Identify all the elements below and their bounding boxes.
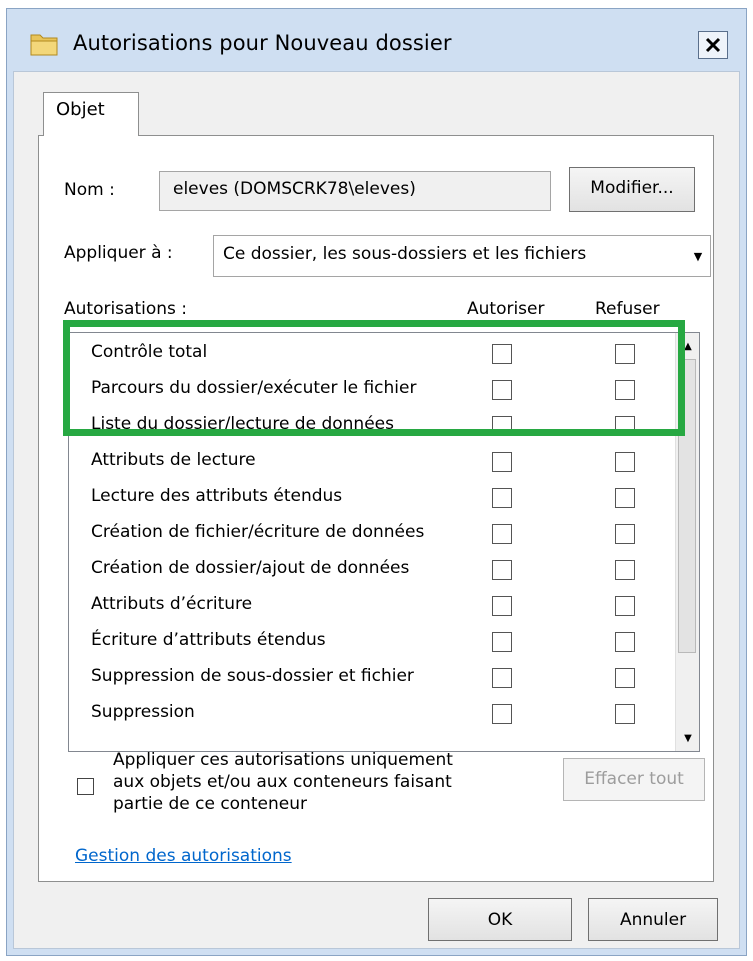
allow-checkbox[interactable]: [492, 416, 512, 436]
permission-row: Liste du dossier/lecture de données: [69, 409, 673, 445]
modify-button[interactable]: Modifier...: [569, 167, 695, 212]
dropdown-arrow-icon[interactable]: ▼: [686, 236, 710, 276]
permissions-label: Autorisations :: [64, 299, 188, 319]
deny-checkbox[interactable]: [615, 344, 635, 364]
scrollbar-thumb[interactable]: [678, 359, 696, 653]
permission-row: Création de dossier/ajout de données: [69, 553, 673, 589]
column-allow-header: Autoriser: [467, 299, 545, 319]
close-icon: [705, 37, 721, 53]
allow-checkbox[interactable]: [492, 704, 512, 724]
window-title: Autorisations pour Nouveau dossier: [73, 31, 452, 55]
permission-label: Lecture des attributs étendus: [91, 486, 343, 506]
permission-row: Création de fichier/écriture de données: [69, 517, 673, 553]
deny-checkbox[interactable]: [615, 416, 635, 436]
tab-objet[interactable]: Objet: [43, 92, 139, 136]
permission-row: Suppression de sous-dossier et fichier: [69, 661, 673, 697]
apply-only-label: Appliquer ces autorisations uniquement a…: [113, 750, 453, 814]
permission-label: Écriture d’attributs étendus: [91, 630, 326, 650]
permissions-scrollbar[interactable]: ▲ ▼: [675, 333, 699, 751]
permission-row: Contrôle total: [69, 337, 673, 373]
permission-row: Attributs d’écriture: [69, 589, 673, 625]
column-deny-header: Refuser: [595, 299, 660, 319]
permission-label: Attributs d’écriture: [91, 594, 253, 614]
scroll-down-arrow-icon[interactable]: ▼: [678, 727, 698, 749]
permission-label: Suppression de sous-dossier et fichier: [91, 666, 414, 686]
allow-checkbox[interactable]: [492, 668, 512, 688]
permission-label: Liste du dossier/lecture de données: [91, 414, 394, 434]
permission-row: Suppression: [69, 697, 673, 733]
cancel-button[interactable]: Annuler: [588, 898, 718, 941]
apply-to-dropdown[interactable]: Ce dossier, les sous-dossiers et les fic…: [213, 235, 711, 277]
allow-checkbox[interactable]: [492, 596, 512, 616]
permission-row: Attributs de lecture: [69, 445, 673, 481]
permission-row: Écriture d’attributs étendus: [69, 625, 673, 661]
apply-to-label: Appliquer à :: [64, 243, 173, 263]
permissions-dialog: Autorisations pour Nouveau dossier Objet…: [6, 8, 747, 956]
allow-checkbox[interactable]: [492, 524, 512, 544]
permission-row: Lecture des attributs étendus: [69, 481, 673, 517]
permission-label: Parcours du dossier/exécuter le fichier: [91, 378, 417, 398]
name-label: Nom :: [64, 180, 115, 200]
tab-panel: Nom : eleves (DOMSCRK78\eleves) Modifier…: [38, 135, 714, 882]
permission-label: Création de dossier/ajout de données: [91, 558, 410, 578]
permission-label: Création de fichier/écriture de données: [91, 522, 425, 542]
apply-only-checkbox[interactable]: [77, 778, 94, 795]
allow-checkbox[interactable]: [492, 380, 512, 400]
deny-checkbox[interactable]: [615, 704, 635, 724]
deny-checkbox[interactable]: [615, 632, 635, 652]
deny-checkbox[interactable]: [615, 668, 635, 688]
permission-row: Parcours du dossier/exécuter le fichier: [69, 373, 673, 409]
clear-all-button[interactable]: Effacer tout: [563, 758, 705, 801]
manage-permissions-link[interactable]: Gestion des autorisations: [75, 846, 292, 866]
permissions-list: Contrôle total Parcours du dossier/exécut…: [68, 332, 700, 752]
deny-checkbox[interactable]: [615, 452, 635, 472]
folder-icon: [30, 34, 58, 56]
ok-button[interactable]: OK: [428, 898, 572, 941]
deny-checkbox[interactable]: [615, 596, 635, 616]
apply-to-selected: Ce dossier, les sous-dossiers et les fic…: [223, 244, 587, 264]
permission-label: Contrôle total: [91, 342, 208, 362]
scroll-up-arrow-icon[interactable]: ▲: [678, 335, 698, 357]
allow-checkbox[interactable]: [492, 560, 512, 580]
dialog-client-area: Objet Nom : eleves (DOMSCRK78\eleves) Mo…: [13, 71, 740, 949]
deny-checkbox[interactable]: [615, 380, 635, 400]
deny-checkbox[interactable]: [615, 524, 635, 544]
deny-checkbox[interactable]: [615, 560, 635, 580]
allow-checkbox[interactable]: [492, 344, 512, 364]
close-button[interactable]: [698, 31, 728, 59]
permission-label: Suppression: [91, 702, 195, 722]
allow-checkbox[interactable]: [492, 452, 512, 472]
permission-label: Attributs de lecture: [91, 450, 256, 470]
tab-objet-label: Objet: [56, 99, 105, 120]
name-field[interactable]: eleves (DOMSCRK78\eleves): [159, 171, 551, 211]
allow-checkbox[interactable]: [492, 632, 512, 652]
deny-checkbox[interactable]: [615, 488, 635, 508]
title-bar[interactable]: Autorisations pour Nouveau dossier: [7, 9, 746, 71]
allow-checkbox[interactable]: [492, 488, 512, 508]
